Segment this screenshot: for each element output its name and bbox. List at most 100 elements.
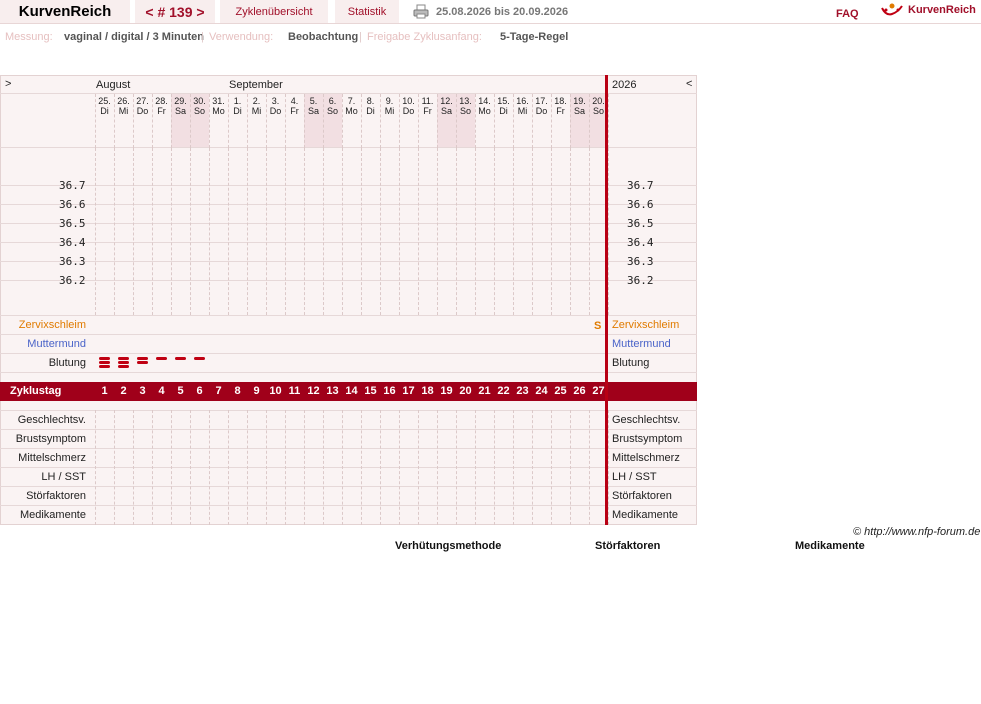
cycle-day-number[interactable]: 11 xyxy=(285,382,304,401)
cycle-day-number[interactable]: 12 xyxy=(304,382,323,401)
cycle-day-number[interactable]: 5 xyxy=(171,382,190,401)
cycle-day-number[interactable]: 3 xyxy=(133,382,152,401)
temp-label: 36.7 xyxy=(59,179,86,192)
temp-label: 36.6 xyxy=(59,198,86,211)
cycle-day-number[interactable]: 1 xyxy=(95,382,114,401)
temp-label: 36.5 xyxy=(59,217,86,230)
bottom-row-label: Medikamente xyxy=(19,509,86,521)
cycle-day-number[interactable]: 23 xyxy=(513,382,532,401)
cycle-navigator[interactable]: < # 139 > xyxy=(135,0,215,23)
day-date: 5. xyxy=(309,96,318,106)
faq-link[interactable]: FAQ xyxy=(836,8,859,20)
bleeding-mark[interactable] xyxy=(99,361,110,364)
grid-column-line xyxy=(570,410,571,525)
day-weekday: Sa xyxy=(307,106,319,116)
nav-next[interactable]: < xyxy=(686,78,692,90)
day-date: 19. xyxy=(573,96,586,106)
cycle-day-number[interactable]: 24 xyxy=(532,382,551,401)
grid-column-line xyxy=(475,148,476,315)
day-date: 10. xyxy=(402,96,415,106)
day-date: 27. xyxy=(136,96,149,106)
month-label-september: September xyxy=(229,79,283,91)
grid-column-line xyxy=(399,410,400,525)
grid-column-line xyxy=(228,410,229,525)
bleeding-mark[interactable] xyxy=(99,365,110,368)
kurvenreich-logo-icon xyxy=(881,3,903,16)
header-divider xyxy=(0,23,981,24)
app-title: KurvenReich xyxy=(0,0,130,23)
day-weekday: So xyxy=(193,106,205,116)
temp-label: 36.4 xyxy=(59,236,86,249)
cycle-day-number[interactable]: 18 xyxy=(418,382,437,401)
bleeding-mark[interactable] xyxy=(137,357,148,360)
bleeding-mark[interactable] xyxy=(175,357,186,360)
cycle-day-number[interactable]: 10 xyxy=(266,382,285,401)
temp-label-right: 36.4 xyxy=(627,236,654,249)
bleeding-mark[interactable] xyxy=(99,357,110,360)
copyright[interactable]: © http://www.nfp-forum.de xyxy=(853,526,980,538)
day-weekday: Sa xyxy=(440,106,452,116)
day-date: 28. xyxy=(155,96,168,106)
printer-icon[interactable] xyxy=(413,4,429,19)
temp-label-right: 36.6 xyxy=(627,198,654,211)
cycle-day-number[interactable]: 20 xyxy=(456,382,475,401)
cycle-day-number[interactable]: 16 xyxy=(380,382,399,401)
grid-line xyxy=(0,410,697,411)
day-weekday: Sa xyxy=(174,106,186,116)
bottom-row-label-right: Störfaktoren xyxy=(612,490,672,502)
bleeding-mark[interactable] xyxy=(194,357,205,360)
bleeding-mark[interactable] xyxy=(118,365,129,368)
nav-prev[interactable]: > xyxy=(5,78,11,90)
cycle-day-number[interactable]: 9 xyxy=(247,382,266,401)
grid-line xyxy=(0,147,697,148)
day-date: 7. xyxy=(347,96,356,106)
cycle-day-number[interactable]: 13 xyxy=(323,382,342,401)
cycle-day-number[interactable]: 4 xyxy=(152,382,171,401)
temp-label-right: 36.3 xyxy=(627,255,654,268)
cycle-day-number[interactable]: 22 xyxy=(494,382,513,401)
day-date: 31. xyxy=(212,96,225,106)
cycle-day-number[interactable]: 15 xyxy=(361,382,380,401)
grid-line xyxy=(0,280,697,281)
cycle-day-number[interactable]: 21 xyxy=(475,382,494,401)
day-weekday: So xyxy=(326,106,338,116)
bottom-row-label-right: Geschlechtsv. xyxy=(612,414,681,426)
grid-line xyxy=(0,223,697,224)
grid-column-line xyxy=(608,410,609,525)
cycle-day-number[interactable]: 7 xyxy=(209,382,228,401)
grid-column-line xyxy=(171,148,172,315)
bleeding-mark[interactable] xyxy=(137,361,148,364)
day-weekday: Mo xyxy=(345,106,358,116)
day-date: 3. xyxy=(271,96,280,106)
cycle-day-number[interactable]: 14 xyxy=(342,382,361,401)
cycle-day-number[interactable]: 19 xyxy=(437,382,456,401)
cervix-mark[interactable]: S xyxy=(594,320,601,332)
grid-column-line xyxy=(437,410,438,525)
row-label-cervix: Zervixschleim xyxy=(18,319,86,331)
logo-text: KurvenReich xyxy=(908,4,976,16)
use-label: Verwendung: xyxy=(209,31,274,43)
bleeding-mark[interactable] xyxy=(156,357,167,360)
grid-column-line xyxy=(532,148,533,315)
month-label-august: August xyxy=(96,79,131,91)
day-weekday: Fr xyxy=(157,106,166,116)
bleeding-mark[interactable] xyxy=(118,357,129,360)
cycle-day-number[interactable]: 6 xyxy=(190,382,209,401)
grid-column-line xyxy=(437,148,438,315)
grid-column-line xyxy=(342,148,343,315)
day-date: 15. xyxy=(497,96,510,106)
cycle-day-number[interactable]: 8 xyxy=(228,382,247,401)
cycle-day-number[interactable]: 2 xyxy=(114,382,133,401)
bottom-row-label: Mittelschmerz xyxy=(18,452,86,464)
tab-statistics[interactable]: Statistik xyxy=(335,0,399,23)
day-weekday: Mi xyxy=(384,106,395,116)
bottom-row-label-right: Brustsymptom xyxy=(612,433,683,445)
cycle-day-number[interactable]: 17 xyxy=(399,382,418,401)
bleeding-mark[interactable] xyxy=(118,361,129,364)
day-weekday: Fr xyxy=(290,106,299,116)
cycle-day-number[interactable]: 26 xyxy=(570,382,589,401)
bottom-row-label-right: Mittelschmerz xyxy=(612,452,680,464)
tab-cycle-overview[interactable]: Zyklenübersicht xyxy=(220,0,328,23)
cycle-day-number[interactable]: 25 xyxy=(551,382,570,401)
grid-column-line xyxy=(380,410,381,525)
